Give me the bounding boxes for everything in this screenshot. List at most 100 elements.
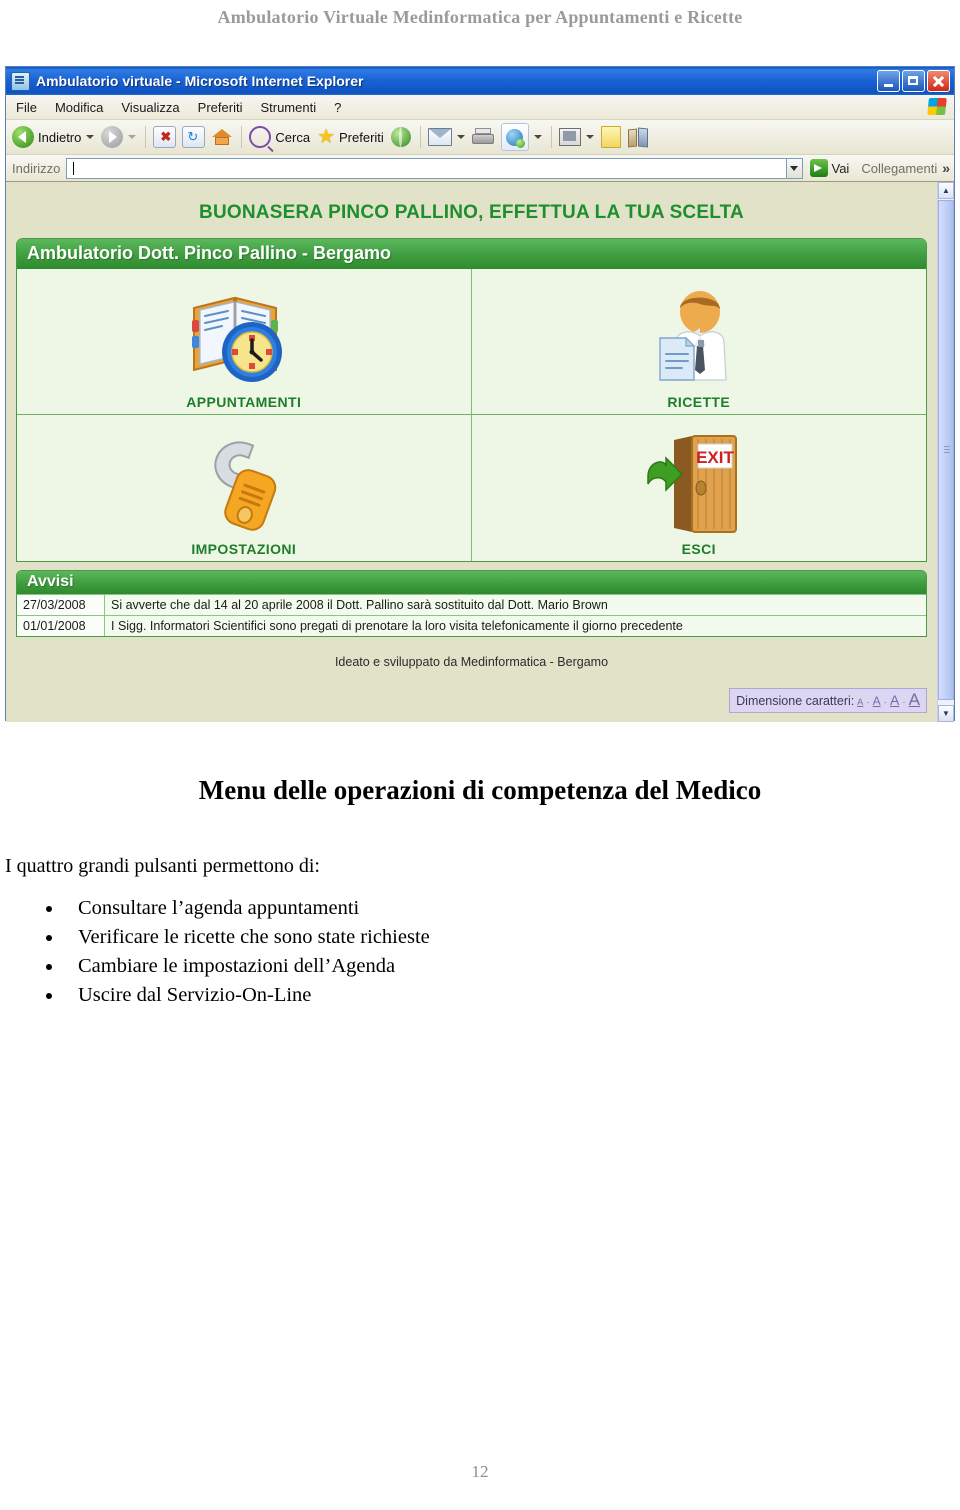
list-item: Verificare le ricette che sono state ric… <box>0 923 960 952</box>
button-label-appuntamenti: APPUNTAMENTI <box>186 394 302 410</box>
history-button[interactable] <box>390 127 411 147</box>
wrench-icon <box>189 433 299 537</box>
messenger-icon <box>506 128 526 148</box>
print-icon <box>471 128 494 146</box>
edit-button[interactable] <box>558 128 594 146</box>
favorites-label: Preferiti <box>339 129 384 145</box>
toolbar-divider-2 <box>241 126 243 148</box>
button-appuntamenti[interactable]: APPUNTAMENTI <box>17 269 472 415</box>
minimize-icon[interactable] <box>877 70 900 92</box>
toolbar-overflow-icon[interactable]: » <box>942 160 950 176</box>
notice-text: I Sigg. Informatori Scientifici sono pre… <box>111 619 683 633</box>
messenger-icon-frame <box>500 123 529 151</box>
chevron-down-icon <box>790 165 798 171</box>
list-item: Uscire dal Servizio-On-Line <box>0 981 960 1010</box>
messenger-button[interactable] <box>500 123 542 151</box>
notices-title: Avvisi <box>17 571 926 594</box>
home-icon[interactable] <box>211 127 233 147</box>
go-button[interactable]: Vai <box>809 159 849 177</box>
refresh-icon[interactable]: ↻ <box>182 126 206 148</box>
address-input[interactable] <box>66 157 786 179</box>
button-esci[interactable]: EXIT ESCI <box>472 415 927 561</box>
toolbar-divider-4 <box>550 126 552 148</box>
menu-item-help[interactable]: ? <box>332 99 343 116</box>
font-size-option-medium[interactable]: A <box>890 692 899 708</box>
mail-chevron-down-icon[interactable] <box>456 135 465 139</box>
scroll-up-button[interactable]: ▲ <box>938 182 954 199</box>
favorites-star-icon: ★ <box>317 126 335 148</box>
close-icon[interactable] <box>927 70 950 92</box>
window-title: Ambulatorio virtuale - Microsoft Interne… <box>36 73 364 89</box>
font-size-option-small[interactable]: A <box>873 694 881 708</box>
edit-chevron-down-icon[interactable] <box>585 135 594 139</box>
font-size-divider: · <box>883 697 887 708</box>
links-label[interactable]: Collegamenti <box>861 161 937 176</box>
search-label: Cerca <box>275 129 311 145</box>
font-size-divider: · <box>866 697 870 708</box>
chevron-down-icon[interactable] <box>86 135 95 139</box>
notice-date: 01/01/2008 <box>17 616 105 636</box>
font-size-option-smallest[interactable]: A <box>857 697 863 707</box>
forward-chevron-down-icon <box>128 135 137 139</box>
favorites-button[interactable]: ★ Preferiti <box>317 126 384 148</box>
notes-button[interactable] <box>600 126 621 148</box>
doctor-document-icon <box>644 286 754 390</box>
window-controls <box>877 70 950 92</box>
search-icon <box>249 126 272 148</box>
notice-text: Si avverte che dal 14 al 20 aprile 2008 … <box>111 598 608 612</box>
stop-icon[interactable]: ✖ <box>153 126 177 148</box>
research-icon <box>628 128 650 147</box>
messenger-chevron-down-icon[interactable] <box>533 135 542 139</box>
forward-button[interactable] <box>101 126 137 148</box>
font-size-label: Dimensione caratteri: <box>736 694 855 708</box>
text-caret <box>73 161 75 175</box>
menu-bar: File Modifica Visualizza Preferiti Strum… <box>6 95 954 120</box>
toolbar-divider <box>145 126 147 148</box>
document-body: Menu delle operazioni di competenza del … <box>0 775 960 1010</box>
back-label: Indietro <box>38 129 82 145</box>
page-title: Menu delle operazioni di competenza del … <box>198 775 762 805</box>
restore-icon[interactable] <box>902 70 925 92</box>
button-label-impostazioni: IMPOSTAZIONI <box>191 541 297 557</box>
mail-icon <box>427 128 452 146</box>
back-icon <box>12 126 34 148</box>
vertical-scrollbar[interactable]: ▲ ▼ <box>937 182 954 722</box>
list-item: Consultare l’agenda appuntamenti <box>0 894 960 923</box>
mail-button[interactable] <box>427 128 465 146</box>
address-dropdown-button[interactable] <box>785 157 803 179</box>
scrollbar-grip <box>944 446 950 454</box>
notice-date: 27/03/2008 <box>17 595 105 615</box>
menu-item-file[interactable]: File <box>14 99 39 116</box>
list-item: Cambiare le impostazioni dell’Agenda <box>0 952 960 981</box>
scrollbar-thumb[interactable] <box>938 200 954 700</box>
page-number: 12 <box>471 1462 489 1481</box>
notices-panel: Avvisi 27/03/2008 Si avverte che dal 14 … <box>16 570 927 637</box>
search-button[interactable]: Cerca <box>249 126 310 148</box>
font-size-selector[interactable]: Dimensione caratteri: A · A · A · A <box>729 688 927 713</box>
agenda-clock-icon <box>184 286 304 390</box>
toolbar-divider-3 <box>419 126 421 148</box>
notice-row: 27/03/2008 Si avverte che dal 14 al 20 a… <box>17 594 926 615</box>
feature-list: Consultare l’agenda appuntamenti Verific… <box>0 894 960 1010</box>
font-size-option-large[interactable]: A <box>909 690 920 710</box>
forward-icon <box>101 126 124 148</box>
print-button[interactable] <box>471 128 494 146</box>
notice-row: 01/01/2008 I Sigg. Informatori Scientifi… <box>17 615 926 636</box>
svg-text:EXIT: EXIT <box>696 448 734 467</box>
menu-item-strumenti[interactable]: Strumenti <box>258 99 318 116</box>
exit-door-icon: EXIT <box>644 433 754 537</box>
page-content: BUONASERA PINCO PALLINO, EFFETTUA LA TUA… <box>6 182 937 722</box>
notes-icon <box>600 126 621 148</box>
menu-item-modifica[interactable]: Modifica <box>53 99 105 116</box>
research-button[interactable] <box>628 128 650 147</box>
menu-item-visualizza[interactable]: Visualizza <box>119 99 181 116</box>
back-button[interactable]: Indietro <box>12 126 95 148</box>
history-icon <box>390 127 411 147</box>
edit-icon <box>558 128 581 146</box>
button-ricette[interactable]: RICETTE <box>471 269 926 415</box>
font-size-divider: · <box>902 697 906 708</box>
menu-item-preferiti[interactable]: Preferiti <box>196 99 245 116</box>
page-viewport: BUONASERA PINCO PALLINO, EFFETTUA LA TUA… <box>6 182 954 722</box>
button-impostazioni[interactable]: IMPOSTAZIONI <box>17 415 472 561</box>
scroll-down-button[interactable]: ▼ <box>938 705 954 722</box>
